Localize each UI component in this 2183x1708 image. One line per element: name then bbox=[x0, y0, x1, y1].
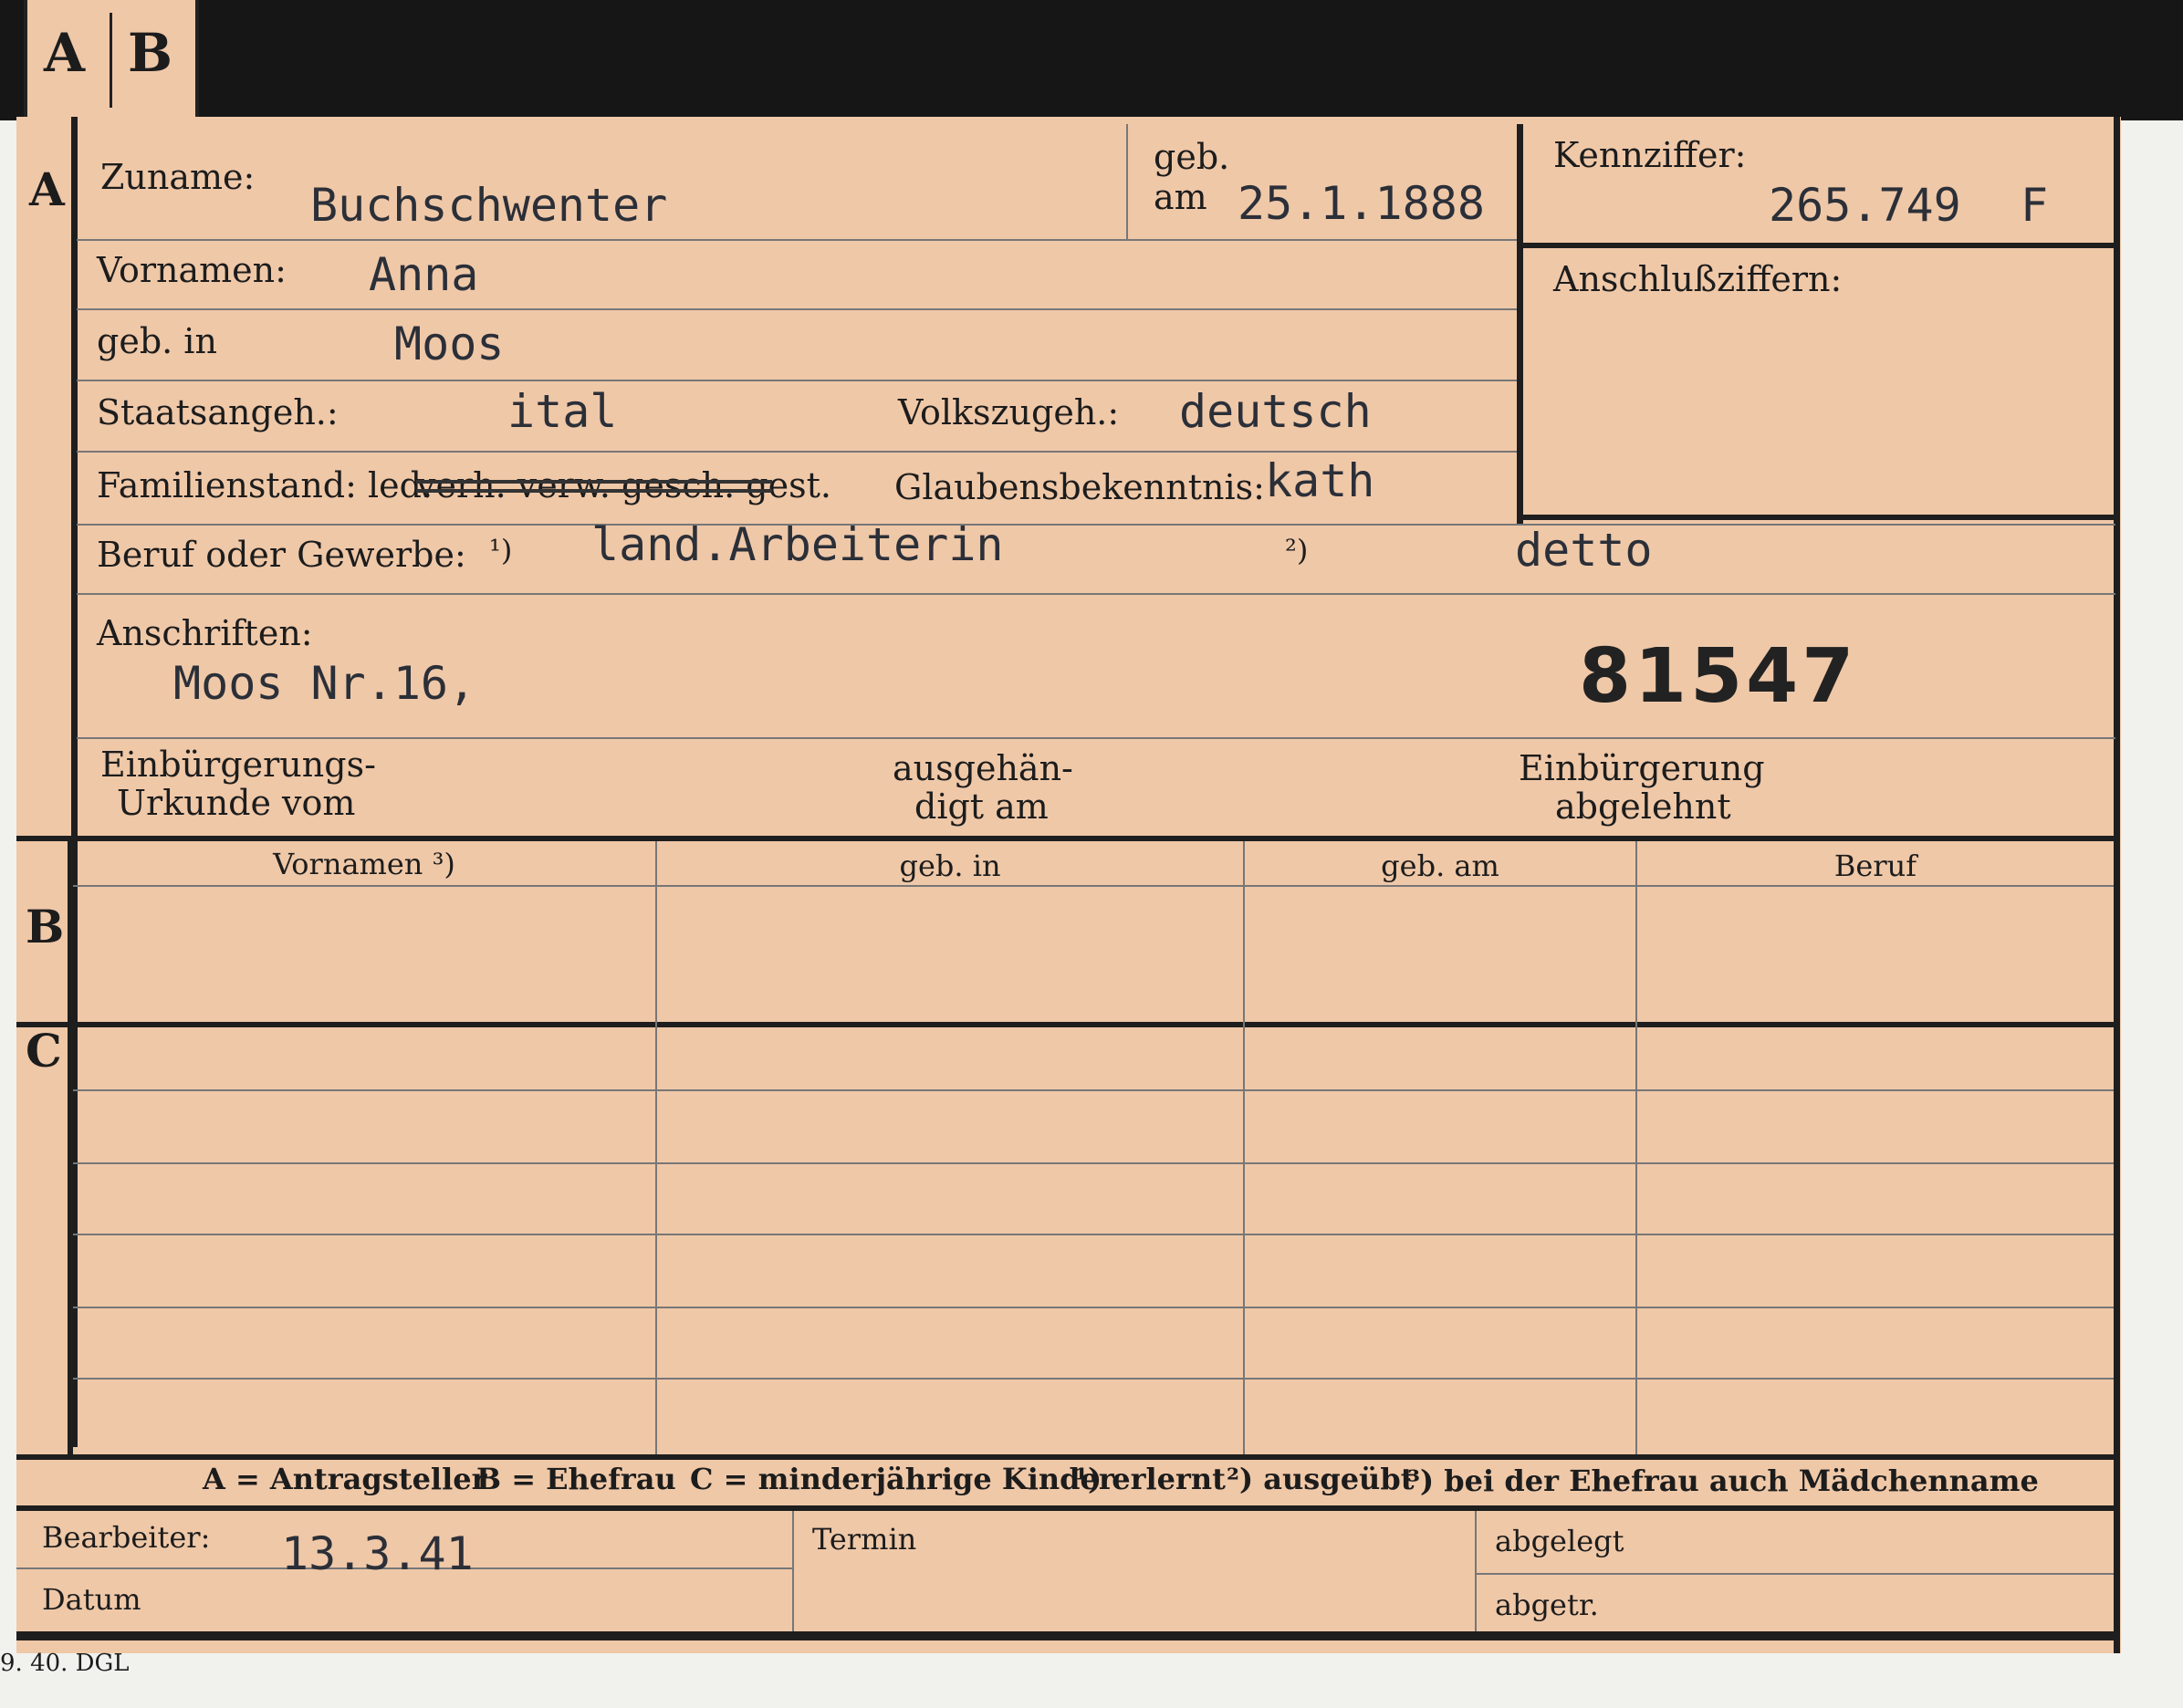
tab-letter-a: A bbox=[44, 22, 86, 84]
editor-date: 13.3.41 bbox=[281, 1527, 474, 1580]
legend-note-2: ²) ausgeübt bbox=[1227, 1462, 1415, 1496]
citizenship-label: Staatsangeh.: bbox=[97, 392, 339, 432]
table-header-firstname: Vornamen ³) bbox=[273, 847, 455, 881]
table-header-birthdate: geb. am bbox=[1381, 849, 1499, 883]
tab-letter-b: B bbox=[128, 22, 173, 84]
section-b-letter: B bbox=[26, 900, 65, 953]
marital-crossed-options: verh. verw. gesch. gest. bbox=[416, 465, 831, 505]
id-box-left-border bbox=[1517, 124, 1523, 526]
id-box-bottom bbox=[1517, 515, 2119, 520]
footer-column-line bbox=[792, 1511, 794, 1631]
born-label-1: geb. bbox=[1154, 137, 1230, 177]
birthdate-divider bbox=[1126, 124, 1128, 239]
strike-through bbox=[416, 489, 772, 493]
table-header-occupation: Beruf bbox=[1833, 849, 1917, 883]
refused-label-1: Einbürgerung bbox=[1519, 748, 1765, 788]
divider-c-legend bbox=[16, 1454, 2119, 1460]
legend-c: C = minderjährige Kinder bbox=[690, 1462, 1114, 1496]
firstname-label: Vornamen: bbox=[97, 250, 287, 290]
citizenship-value: ital bbox=[507, 385, 618, 438]
bottom-border bbox=[16, 1631, 2119, 1640]
handed-label-2: digt am bbox=[914, 786, 1049, 827]
table-column-line bbox=[655, 841, 657, 1454]
table-row-line bbox=[73, 1378, 2114, 1380]
section-a-letter: A bbox=[29, 162, 65, 216]
handed-label-1: ausgehän- bbox=[893, 748, 1073, 788]
legend-b: B = Ehefrau bbox=[476, 1462, 676, 1496]
section-c-letter: C bbox=[26, 1024, 62, 1078]
id-suffix: F bbox=[2021, 179, 2049, 232]
stamped-number: 81547 bbox=[1579, 633, 1858, 720]
legend-note-3: ³) bei der Ehefrau auch Mädchenname bbox=[1407, 1463, 2039, 1498]
printer-imprint: 9. 40. DGL bbox=[0, 1650, 130, 1677]
ethnicity-label: Volkszugeh.: bbox=[898, 392, 1120, 432]
marital-label: Familienstand: led. bbox=[97, 465, 433, 505]
right-border bbox=[2114, 117, 2120, 1653]
born-label-2: am bbox=[1154, 177, 1207, 217]
row-line bbox=[77, 308, 1517, 310]
row-line bbox=[77, 380, 1517, 381]
deadline-label: Termin bbox=[812, 1522, 917, 1557]
birthplace-value: Moos bbox=[394, 318, 505, 370]
removed-label: abgetr. bbox=[1495, 1588, 1599, 1622]
row-line bbox=[77, 593, 2115, 595]
table-row-line bbox=[73, 1162, 2114, 1164]
registration-card: A B C Kennziffer: 265.749 F Anschlußziff… bbox=[16, 117, 2121, 1653]
occupation-learned-value: land.Arbeiterin bbox=[591, 518, 1004, 571]
tab-divider bbox=[110, 13, 112, 108]
religion-label: Glaubensbekenntnis: bbox=[894, 467, 1265, 507]
divider-a-b bbox=[16, 836, 2119, 841]
filed-label: abgelegt bbox=[1495, 1524, 1624, 1558]
table-header-birthplace: geb. in bbox=[899, 849, 1001, 883]
linked-numbers-label: Anschlußziffern: bbox=[1553, 259, 1843, 299]
table-row-line bbox=[73, 1234, 2114, 1235]
table-column-line bbox=[1243, 841, 1245, 1454]
date-label: Datum bbox=[42, 1582, 141, 1617]
naturalization-label-1: Einbürgerungs- bbox=[100, 745, 376, 785]
occupation-label: Beruf oder Gewerbe: bbox=[97, 535, 466, 575]
row-line bbox=[77, 239, 1517, 241]
religion-value: kath bbox=[1265, 454, 1375, 507]
ethnicity-value: deutsch bbox=[1179, 385, 1372, 438]
occupation-mark-2: ²) bbox=[1285, 533, 1309, 568]
table-header-line bbox=[73, 885, 2114, 887]
footer-column-line bbox=[1475, 1511, 1477, 1631]
divider-legend-footer bbox=[16, 1505, 2119, 1511]
table-column-line bbox=[1635, 841, 1637, 1454]
naturalization-label-2: Urkunde vom bbox=[117, 783, 356, 823]
divider-b-c bbox=[16, 1022, 2119, 1027]
row-line bbox=[77, 524, 2115, 526]
occupation-mark-1: ¹) bbox=[489, 533, 513, 568]
row-line bbox=[77, 451, 1517, 453]
table-row-line bbox=[73, 1307, 2114, 1308]
firstname-value: Anna bbox=[369, 248, 479, 301]
id-label: Kennziffer: bbox=[1553, 135, 1747, 175]
surname-value: Buchschwenter bbox=[310, 179, 668, 232]
legend-a: A = Antragsteller bbox=[203, 1462, 487, 1496]
index-tab: A B bbox=[24, 0, 199, 117]
strike-through bbox=[416, 480, 772, 484]
editor-label: Bearbeiter: bbox=[42, 1520, 211, 1555]
birth-date-value: 25.1.1888 bbox=[1238, 177, 1485, 230]
address-label: Anschriften: bbox=[97, 613, 313, 653]
footer-row-line bbox=[1475, 1573, 2114, 1575]
id-box-divider bbox=[1517, 243, 2119, 248]
table-left-border bbox=[68, 836, 73, 1454]
surname-label: Zuname: bbox=[100, 157, 256, 197]
address-value: Moos Nr.16, bbox=[173, 657, 476, 710]
legend-note-1: ¹) erlernt bbox=[1075, 1462, 1226, 1496]
row-line bbox=[77, 737, 2115, 739]
occupation-practiced-value: detto bbox=[1515, 524, 1653, 577]
id-value: 265.749 bbox=[1769, 179, 1961, 232]
refused-label-2: abgelehnt bbox=[1555, 786, 1731, 827]
table-row-line bbox=[73, 1089, 2114, 1091]
birthplace-label: geb. in bbox=[97, 321, 217, 361]
scanner-background bbox=[0, 0, 2183, 120]
